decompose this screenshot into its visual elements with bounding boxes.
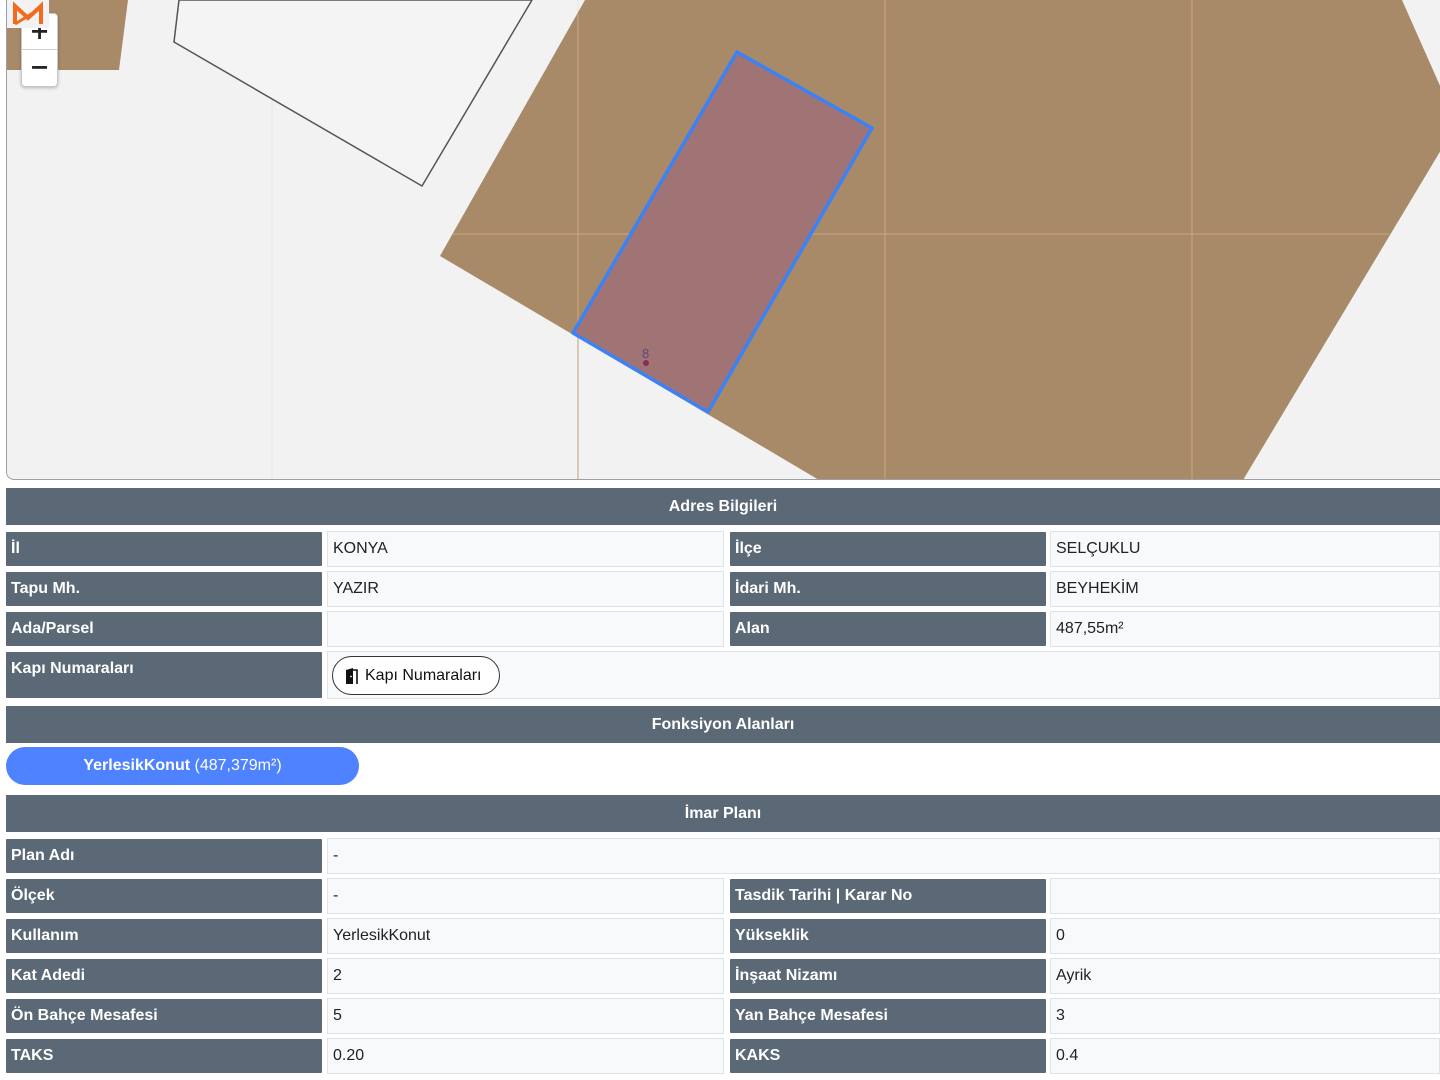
idari-mh-label: İdari Mh. <box>730 572 1046 606</box>
taks-value: 0.20 <box>327 1038 724 1074</box>
plan-adi-label: Plan Adı <box>6 839 322 873</box>
function-area-name: YerlesikKonut <box>83 757 191 774</box>
address-section-header: Adres Bilgileri <box>6 488 1440 525</box>
tapu-mh-label: Tapu Mh. <box>6 572 322 606</box>
kapi-numaralari-button-label: Kapı Numaraları <box>365 666 482 684</box>
ilce-value: SELÇUKLU <box>1050 531 1440 567</box>
olcek-value: - <box>327 878 724 914</box>
kat-adedi-value: 2 <box>327 958 724 994</box>
olcek-label: Ölçek <box>6 879 322 913</box>
yan-bahce-label: Yan Bahçe Mesafesi <box>730 999 1046 1033</box>
il-label: İl <box>6 532 322 566</box>
insaat-nizami-value: Ayrik <box>1050 958 1440 994</box>
ilce-label: İlçe <box>730 532 1046 566</box>
parcel-map[interactable]: 8 + − <box>6 0 1440 480</box>
imar-section-header: İmar Planı <box>6 795 1440 832</box>
tasdik-value <box>1050 878 1440 914</box>
kaks-label: KAKS <box>730 1039 1046 1073</box>
idari-mh-value: BEYHEKİM <box>1050 571 1440 607</box>
zoom-out-button[interactable]: − <box>22 50 57 86</box>
kat-adedi-label: Kat Adedi <box>6 959 322 993</box>
function-area-pill[interactable]: YerlesikKonut (487,379m²) <box>6 747 359 785</box>
ada-parsel-label: Ada/Parsel <box>6 612 322 646</box>
function-area-size: (487,379m²) <box>194 757 282 774</box>
kapi-numaralari-label: Kapı Numaraları <box>6 652 322 698</box>
yukseklik-value: 0 <box>1050 918 1440 954</box>
kullanim-value: YerlesikKonut <box>327 918 724 954</box>
kullanim-label: Kullanım <box>6 919 322 953</box>
on-bahce-label: Ön Bahçe Mesafesi <box>6 999 322 1033</box>
alan-label: Alan <box>730 612 1046 646</box>
tasdik-label: Tasdik Tarihi | Karar No <box>730 879 1046 913</box>
large-parcel[interactable] <box>440 0 1440 480</box>
door-icon <box>346 667 358 684</box>
yan-bahce-value: 3 <box>1050 998 1440 1034</box>
kaks-value: 0.4 <box>1050 1038 1440 1074</box>
kapi-numaralari-button[interactable]: Kapı Numaraları <box>332 656 500 695</box>
insaat-nizami-label: İnşaat Nizamı <box>730 959 1046 993</box>
ada-parsel-value <box>327 611 724 647</box>
alan-value: 487,55m² <box>1050 611 1440 647</box>
map-canvas[interactable]: 8 <box>7 0 1440 480</box>
on-bahce-value: 5 <box>327 998 724 1034</box>
il-value: KONYA <box>327 531 724 567</box>
tapu-mh-value: YAZIR <box>327 571 724 607</box>
yukseklik-label: Yükseklik <box>730 919 1046 953</box>
functions-section-header: Fonksiyon Alanları <box>6 706 1440 743</box>
logo-icon <box>7 0 49 28</box>
neighbor-parcel-outline[interactable] <box>173 0 533 188</box>
plan-adi-value: - <box>327 838 1440 874</box>
parcel-number-label: 8 <box>642 346 649 361</box>
taks-label: TAKS <box>6 1039 322 1073</box>
